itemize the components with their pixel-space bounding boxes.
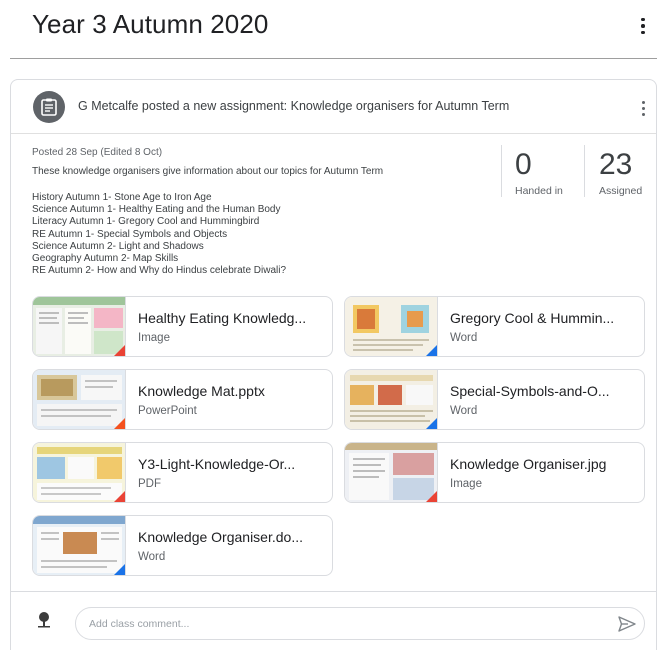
attachment-type: Word bbox=[138, 551, 166, 563]
attachment-type: Image bbox=[450, 478, 482, 490]
topic-item: Science Autumn 1- Healthy Eating and the… bbox=[32, 204, 281, 216]
posted-date: Posted 28 Sep (Edited 8 Oct) bbox=[32, 147, 163, 158]
attachment-type: PDF bbox=[138, 478, 161, 490]
topic-item: RE Autumn 2- How and Why do Hindus celeb… bbox=[32, 265, 287, 277]
page-title: Year 3 Autumn 2020 bbox=[32, 9, 269, 39]
topic-list: History Autumn 1- Stone Age to Iron Age … bbox=[32, 192, 286, 277]
assigned-count[interactable]: 23 bbox=[599, 148, 632, 182]
attachment-name: Healthy Eating Knowledg... bbox=[138, 310, 307, 326]
pdf-corner-icon bbox=[112, 491, 125, 502]
image-corner-icon bbox=[112, 345, 125, 356]
assigned-label: Assigned bbox=[599, 185, 643, 197]
avatar bbox=[34, 610, 54, 630]
attachment-thumbnail bbox=[33, 443, 126, 502]
more-options-icon[interactable] bbox=[633, 96, 653, 120]
more-options-icon[interactable] bbox=[633, 14, 653, 38]
assignment-icon bbox=[33, 91, 65, 123]
attachment-card[interactable]: Healthy Eating Knowledg... Image bbox=[32, 296, 333, 357]
attachment-thumbnail bbox=[345, 370, 438, 429]
attachment-card[interactable]: Gregory Cool & Hummin... Word bbox=[344, 296, 645, 357]
attachment-card[interactable]: Knowledge Organiser.jpg Image bbox=[344, 442, 645, 503]
topic-item: Science Autumn 2- Light and Shadows bbox=[32, 240, 204, 252]
attachment-card[interactable]: Y3-Light-Knowledge-Or... PDF bbox=[32, 442, 333, 503]
attachment-thumbnail bbox=[33, 370, 126, 429]
send-icon[interactable] bbox=[617, 614, 637, 634]
word-corner-icon bbox=[424, 418, 437, 429]
word-corner-icon bbox=[424, 345, 437, 356]
attachment-name: Special-Symbols-and-O... bbox=[450, 383, 610, 399]
attachment-name: Gregory Cool & Hummin... bbox=[450, 310, 615, 326]
attachment-card[interactable]: Special-Symbols-and-O... Word bbox=[344, 369, 645, 430]
assignment-title-link[interactable]: G Metcalfe posted a new assignment: Know… bbox=[78, 99, 509, 113]
topic-item: History Autumn 1- Stone Age to Iron Age bbox=[32, 192, 212, 203]
class-comment-bar bbox=[10, 591, 657, 650]
attachment-thumbnail bbox=[345, 297, 438, 356]
attachment-thumbnail bbox=[33, 297, 126, 356]
attachment-name: Knowledge Mat.pptx bbox=[138, 383, 265, 399]
stat-divider bbox=[501, 145, 502, 197]
topic-item: Literacy Autumn 1- Gregory Cool and Humm… bbox=[32, 216, 260, 228]
attachment-card[interactable]: Knowledge Mat.pptx PowerPoint bbox=[32, 369, 333, 430]
stat-divider bbox=[584, 145, 585, 197]
attachment-name: Knowledge Organiser.jpg bbox=[450, 456, 607, 472]
attachment-name: Knowledge Organiser.do... bbox=[138, 529, 303, 545]
handed-in-label: Handed in bbox=[515, 185, 563, 197]
attachment-type: Image bbox=[138, 332, 170, 344]
handed-in-count[interactable]: 0 bbox=[515, 148, 532, 182]
class-comment-input[interactable] bbox=[75, 607, 645, 640]
attachment-name: Y3-Light-Knowledge-Or... bbox=[138, 456, 296, 472]
assignment-description: These knowledge organisers give informat… bbox=[32, 166, 384, 177]
attachment-type: PowerPoint bbox=[138, 405, 197, 417]
word-corner-icon bbox=[112, 564, 125, 575]
card-header: G Metcalfe posted a new assignment: Know… bbox=[11, 80, 656, 134]
attachment-thumbnail bbox=[345, 443, 438, 502]
topic-item: Geography Autumn 2- Map Skills bbox=[32, 253, 179, 265]
tree-logo-icon bbox=[38, 612, 50, 628]
attachment-type: Word bbox=[450, 332, 478, 344]
page-header: Year 3 Autumn 2020 bbox=[10, 0, 657, 59]
image-corner-icon bbox=[424, 491, 437, 502]
assignment-stats: 0 Handed in 23 Assigned bbox=[501, 145, 657, 203]
attachment-thumbnail bbox=[33, 516, 126, 575]
topic-item: RE Autumn 1- Special Symbols and Objects bbox=[32, 228, 228, 240]
attachment-card[interactable]: Knowledge Organiser.do... Word bbox=[32, 515, 333, 576]
powerpoint-corner-icon bbox=[112, 418, 125, 429]
attachment-type: Word bbox=[450, 405, 478, 417]
